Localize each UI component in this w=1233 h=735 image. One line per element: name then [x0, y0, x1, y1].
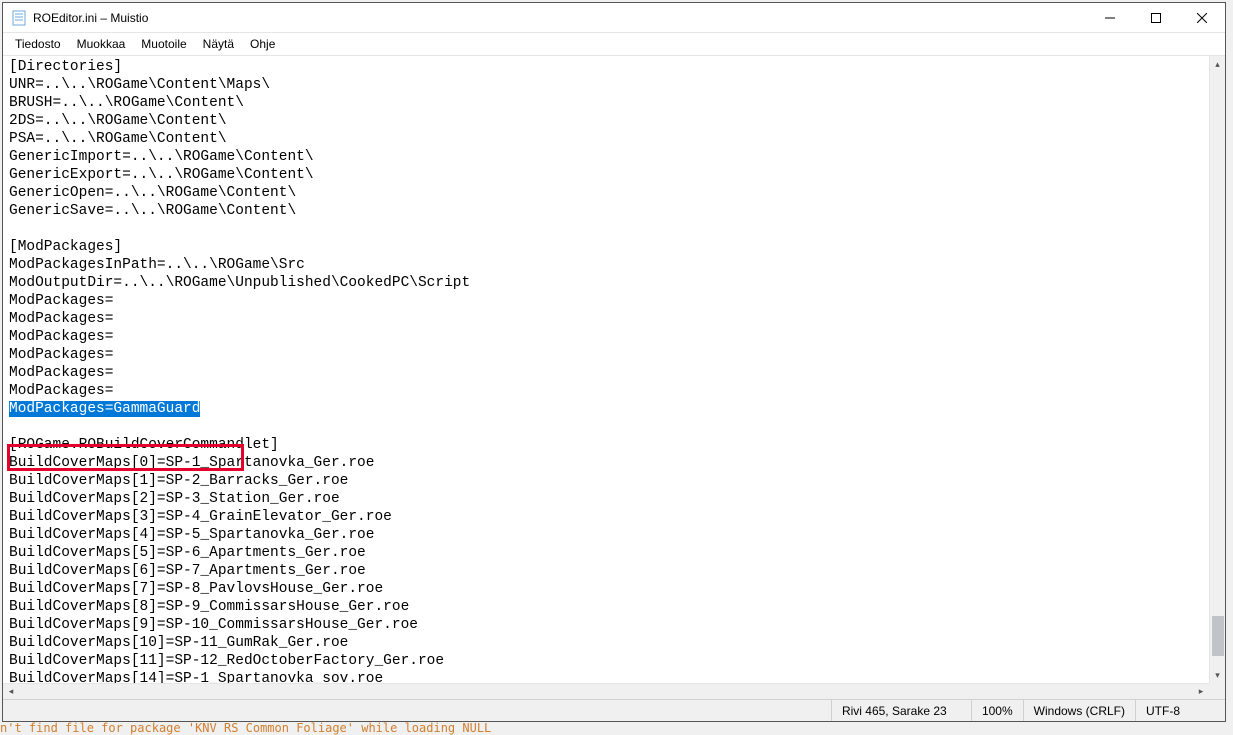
editor-area: [Directories] UNR=..\..\ROGame\Content\M… — [3, 56, 1225, 699]
scroll-right-button[interactable]: ▸ — [1193, 684, 1209, 699]
vertical-scrollbar[interactable]: ▴ ▾ — [1209, 56, 1225, 683]
status-zoom[interactable]: 100% — [971, 700, 1023, 721]
titlebar[interactable]: ROEditor.ini – Muistio — [3, 3, 1225, 33]
scroll-corner — [1209, 683, 1225, 699]
menu-format[interactable]: Muotoile — [133, 35, 194, 53]
background-log-text: n't find file for package 'KNV RS Common… — [0, 721, 491, 735]
menubar: Tiedosto Muokkaa Muotoile Näytä Ohje — [3, 33, 1225, 56]
menu-file[interactable]: Tiedosto — [7, 35, 69, 53]
close-icon — [1197, 13, 1207, 23]
editor-selected-text: ModPackages=GammaGuard — [9, 401, 200, 417]
menu-help[interactable]: Ohje — [242, 35, 283, 53]
status-position: Rivi 465, Sarake 23 — [831, 700, 971, 721]
menu-edit[interactable]: Muokkaa — [69, 35, 134, 53]
menu-view[interactable]: Näytä — [195, 35, 242, 53]
scroll-down-button[interactable]: ▾ — [1210, 667, 1225, 683]
status-line-ending: Windows (CRLF) — [1023, 700, 1135, 721]
close-button[interactable] — [1179, 3, 1225, 32]
scroll-left-button[interactable]: ◂ — [3, 684, 19, 699]
status-encoding: UTF-8 — [1135, 700, 1225, 721]
maximize-button[interactable] — [1133, 3, 1179, 32]
text-editor[interactable]: [Directories] UNR=..\..\ROGame\Content\M… — [3, 56, 1209, 683]
editor-text-before: [Directories] UNR=..\..\ROGame\Content\M… — [9, 59, 470, 399]
editor-text-after: [ROGame.ROBuildCoverCommandlet] BuildCov… — [9, 437, 444, 683]
minimize-icon — [1105, 13, 1115, 23]
maximize-icon — [1151, 13, 1161, 23]
notepad-window: ROEditor.ini – Muistio Tiedosto Muokkaa … — [2, 2, 1226, 722]
statusbar: Rivi 465, Sarake 23 100% Windows (CRLF) … — [3, 699, 1225, 721]
app-icon — [11, 10, 27, 26]
scroll-up-button[interactable]: ▴ — [1210, 56, 1225, 72]
minimize-button[interactable] — [1087, 3, 1133, 32]
vertical-scroll-thumb[interactable] — [1212, 616, 1224, 656]
window-title: ROEditor.ini – Muistio — [33, 11, 1087, 25]
horizontal-scrollbar[interactable]: ◂ ▸ — [3, 683, 1209, 699]
